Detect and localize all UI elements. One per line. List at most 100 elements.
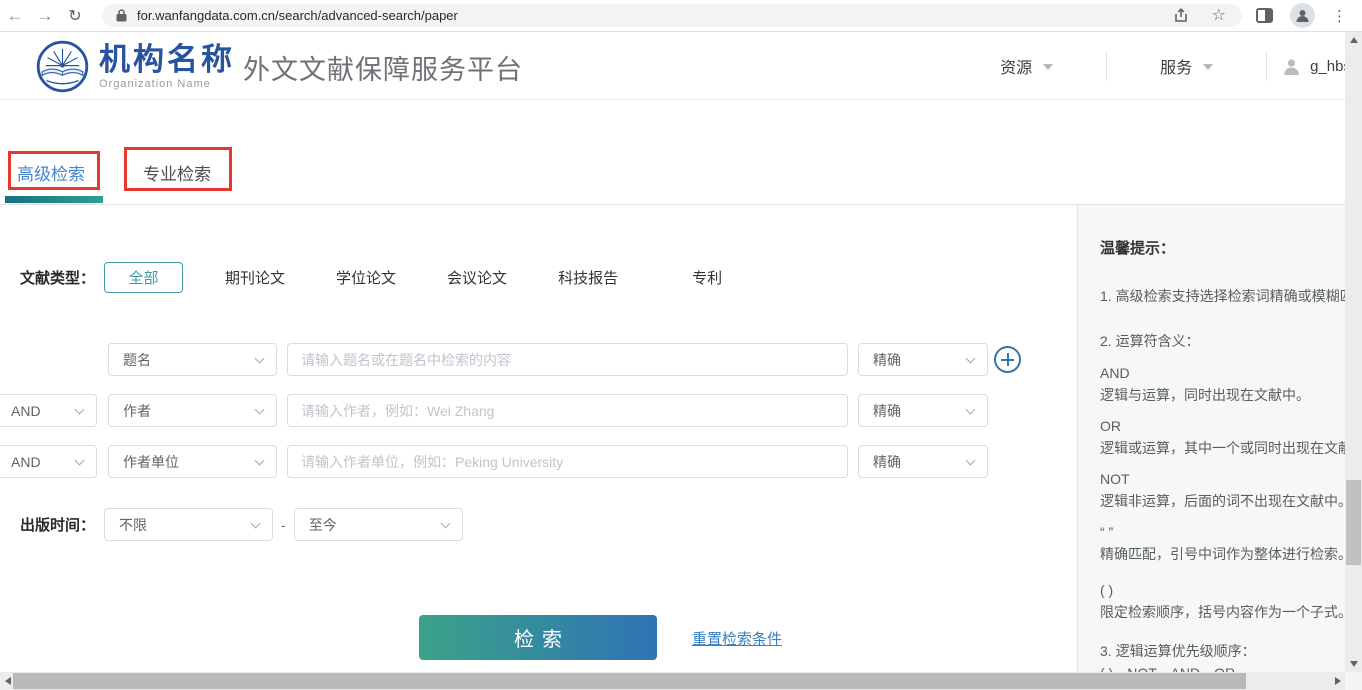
doc-type-option-report[interactable]: 科技报告: [558, 267, 618, 288]
publish-time-row: 出版时间： 不限 - 至今: [20, 508, 463, 541]
platform-title: 外文文献保障服务平台: [243, 48, 523, 87]
tab-professional-search[interactable]: 专业检索: [143, 160, 211, 185]
header-nav: 资源 服务 g_hbs: [1000, 32, 1345, 100]
search-tabs: 高级检索 专业检索: [0, 100, 1345, 205]
doc-type-option-all[interactable]: 全部: [104, 262, 183, 293]
chevron-down-icon: [966, 456, 976, 466]
chevron-down-icon: [966, 405, 976, 415]
scrollbar-corner: [1345, 672, 1362, 690]
author-input[interactable]: [287, 394, 848, 427]
match-select-author[interactable]: 精确: [858, 394, 988, 427]
time-range-separator: -: [281, 517, 286, 533]
tab-advanced-search[interactable]: 高级检索: [17, 160, 85, 185]
operator-desc: 逻辑与运算，同时出现在文献中。: [1100, 384, 1345, 406]
chevron-down-icon: [255, 405, 265, 415]
operator-term: NOT: [1100, 468, 1345, 490]
field-select-author[interactable]: 作者: [108, 394, 277, 427]
operator-desc: 精确匹配，引号中词作为整体进行检索。: [1100, 543, 1345, 565]
vertical-scrollbar[interactable]: [1345, 32, 1362, 672]
operator-term: AND: [1100, 362, 1345, 384]
active-tab-underline: [5, 196, 103, 203]
nav-resource-label: 资源: [1000, 54, 1032, 78]
scroll-right-arrow-icon[interactable]: [1330, 672, 1345, 690]
field-select-value: 作者: [123, 401, 151, 421]
field-select-title[interactable]: 题名: [108, 343, 277, 376]
chevron-down-icon: [966, 354, 976, 364]
browser-back-icon[interactable]: ←: [0, 6, 30, 26]
scroll-up-arrow-icon[interactable]: [1345, 32, 1362, 48]
bookmark-star-icon[interactable]: ☆: [1212, 8, 1226, 24]
org-name-en: Organization Name: [99, 78, 235, 90]
vertical-scrollbar-thumb[interactable]: [1346, 480, 1361, 565]
field-select-value: 作者单位: [123, 452, 179, 472]
publish-time-label: 出版时间：: [20, 514, 95, 535]
doc-type-label: 文献类型：: [20, 267, 95, 288]
tips-sidebar: 温馨提示： 1. 高级检索支持选择检索词精确或模糊匹配 2. 运算符含义： AN…: [1077, 205, 1345, 672]
doc-type-option-patent[interactable]: 专利: [692, 267, 722, 288]
operator-desc: 逻辑非运算，后面的词不出现在文献中。: [1100, 490, 1345, 512]
scroll-down-arrow-icon[interactable]: [1345, 656, 1362, 672]
screen: ← → ↻ for.wanfangdata.com.cn/search/adva…: [0, 0, 1362, 690]
match-select-title[interactable]: 精确: [858, 343, 988, 376]
site-header: 机构名称 Organization Name 外文文献保障服务平台 资源 服务: [0, 32, 1345, 100]
user-person-icon: [1282, 57, 1301, 76]
username: g_hbs: [1310, 58, 1345, 75]
field-select-affiliation[interactable]: 作者单位: [108, 445, 277, 478]
time-to-value: 至今: [309, 515, 337, 535]
header-divider: [1266, 51, 1267, 81]
operator-select-affiliation[interactable]: AND: [0, 445, 97, 478]
side-panel-icon[interactable]: [1256, 8, 1273, 23]
lock-icon: [116, 9, 127, 22]
title-input[interactable]: [287, 343, 848, 376]
doc-type-option-conference[interactable]: 会议论文: [447, 267, 507, 288]
time-from-select[interactable]: 不限: [104, 508, 273, 541]
advanced-search-form: 文献类型： 全部 期刊论文 学位论文 会议论文 科技报告 专利 题名 精确: [0, 205, 1077, 672]
search-row-title: 题名 精确: [0, 343, 1077, 376]
org-logo[interactable]: 机构名称 Organization Name: [36, 40, 235, 93]
operator-term: OR: [1100, 415, 1345, 437]
tip-item-4: ( ) NOT AND OR: [1100, 663, 1345, 672]
page-body: 文献类型： 全部 期刊论文 学位论文 会议论文 科技报告 专利 题名 精确: [0, 205, 1345, 672]
match-select-value: 精确: [873, 350, 901, 370]
tip-item-2: 2. 运算符含义：: [1100, 331, 1345, 351]
web-page: 机构名称 Organization Name 外文文献保障服务平台 资源 服务: [0, 32, 1345, 672]
tips-title: 温馨提示：: [1100, 239, 1345, 259]
user-account[interactable]: g_hbs: [1282, 57, 1345, 76]
profile-person-icon: [1295, 8, 1310, 23]
field-select-value: 题名: [123, 350, 151, 370]
operator-select-author[interactable]: AND: [0, 394, 97, 427]
affiliation-input[interactable]: [287, 445, 848, 478]
share-icon[interactable]: [1174, 8, 1190, 23]
operator-select-value: AND: [11, 454, 41, 470]
tip-operator-not: NOT 逻辑非运算，后面的词不出现在文献中。: [1100, 468, 1345, 512]
doc-type-option-journal[interactable]: 期刊论文: [225, 267, 285, 288]
nav-service[interactable]: 服务: [1160, 54, 1213, 78]
add-row-button[interactable]: [994, 346, 1021, 373]
org-name-zh: 机构名称: [99, 44, 235, 76]
tip-operator-quotes: “ ” 精确匹配，引号中词作为整体进行检索。: [1100, 521, 1345, 565]
doc-type-option-thesis[interactable]: 学位论文: [336, 267, 396, 288]
chevron-down-icon: [75, 456, 85, 466]
horizontal-scrollbar-thumb[interactable]: [13, 673, 1246, 689]
form-actions: 检索 重置检索条件: [0, 615, 1077, 660]
search-row-author: AND 作者 精确: [0, 394, 1077, 427]
browser-forward-icon[interactable]: →: [30, 6, 60, 26]
reset-conditions-link[interactable]: 重置检索条件: [692, 628, 782, 649]
horizontal-scrollbar[interactable]: [0, 672, 1362, 690]
browser-reload-icon[interactable]: ↻: [60, 6, 90, 26]
doc-type-row: 文献类型： 全部 期刊论文 学位论文 会议论文 科技报告 专利: [20, 262, 722, 293]
browser-profile-avatar[interactable]: [1290, 3, 1315, 28]
time-to-select[interactable]: 至今: [294, 508, 463, 541]
browser-toolbar: ← → ↻ for.wanfangdata.com.cn/search/adva…: [0, 0, 1362, 32]
time-from-value: 不限: [119, 515, 147, 535]
match-select-affiliation[interactable]: 精确: [858, 445, 988, 478]
operator-desc: 限定检索顺序，括号内容作为一个子式。: [1100, 601, 1345, 623]
nav-resource[interactable]: 资源: [1000, 54, 1053, 78]
browser-menu-icon[interactable]: ⋮: [1332, 7, 1347, 25]
tip-operator-and: AND 逻辑与运算，同时出现在文献中。: [1100, 362, 1345, 406]
match-select-value: 精确: [873, 452, 901, 472]
search-button[interactable]: 检索: [419, 615, 657, 660]
address-bar[interactable]: for.wanfangdata.com.cn/search/advanced-s…: [102, 4, 1242, 27]
chevron-down-icon: [75, 405, 85, 415]
chevron-down-icon: [251, 519, 261, 529]
